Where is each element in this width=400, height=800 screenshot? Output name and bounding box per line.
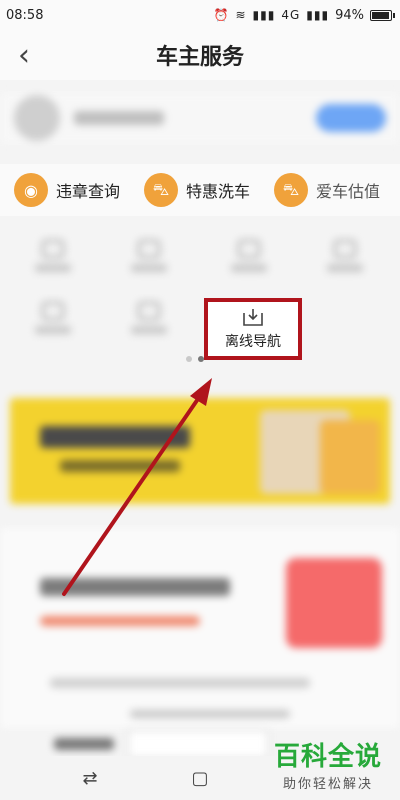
grid-item[interactable] (124, 302, 174, 346)
watermark-main: 百科全说 (273, 742, 382, 772)
watermark-logo: 百科全说 助你轻松解决 (274, 736, 382, 792)
car-wash-icon: ⛍ (144, 173, 179, 207)
quick-service-label: 爱车估值 (316, 182, 381, 201)
form-label (54, 738, 114, 750)
back-button[interactable]: ‹ (10, 37, 38, 73)
quick-service-valuation[interactable]: ⛍ 爱车估值 (274, 173, 380, 207)
grid-item[interactable] (320, 240, 370, 284)
quick-service-violation[interactable]: ◉ 违章查询 (14, 173, 120, 207)
grid-item-icon (42, 240, 64, 258)
status-time: 08:58 (6, 7, 44, 23)
grid-item-icon (334, 240, 356, 258)
square-icon[interactable]: ▢ (188, 766, 212, 790)
page-dot (186, 356, 192, 362)
signal-icon: ▮▮▮ (252, 8, 276, 22)
grid-item-icon (238, 240, 260, 258)
form-input[interactable] (128, 730, 268, 758)
pagination-dots (186, 356, 204, 362)
card-image (286, 558, 382, 648)
grid-item-label (327, 264, 363, 272)
status-bar: 08:58 ⏰ ≋ ▮▮▮ 4G ▮▮▮ 94% (0, 0, 400, 30)
offline-download-icon (243, 309, 263, 326)
banner-subtext (60, 460, 180, 472)
status-icons-group: ⏰ ≋ ▮▮▮ 4G ▮▮▮ 94% (213, 7, 395, 23)
profile-name-placeholder (74, 111, 164, 125)
chevron-left-icon: ‹ (18, 37, 30, 73)
grid-item-icon (138, 240, 160, 258)
promo-banner[interactable] (10, 398, 390, 504)
quick-service-label: 特惠洗车 (186, 182, 251, 201)
watermark-sub: 助你轻松解决 (282, 777, 373, 792)
page-dot-active (198, 356, 204, 362)
grid-item[interactable] (224, 240, 274, 284)
swap-icon[interactable]: ⇄ (78, 766, 102, 790)
content-card (0, 528, 400, 728)
offline-navigation-item[interactable]: 离线导航 (204, 298, 302, 360)
grid-item[interactable] (124, 240, 174, 284)
ticket-icon: ◉ (14, 173, 48, 207)
grid-item-label (35, 264, 71, 272)
banner-headline (40, 426, 190, 448)
network-type: 4G (281, 8, 301, 22)
grid-item-icon (42, 302, 64, 320)
battery-icon (370, 9, 395, 21)
alarm-icon: ⏰ (213, 8, 230, 22)
grid-item-icon (138, 302, 160, 320)
app-header: ‹ 车主服务 (0, 30, 400, 80)
card-tabs[interactable] (50, 678, 310, 688)
grid-item-label (131, 326, 167, 334)
grid-item-label (131, 264, 167, 272)
grid-item[interactable] (28, 240, 78, 284)
signal-icon-2: ▮▮▮ (306, 8, 330, 22)
avatar (14, 95, 60, 141)
quick-services-row: ◉ 违章查询 ⛍ 特惠洗车 ⛍ 爱车估值 (0, 164, 400, 216)
service-grid (0, 232, 400, 362)
grid-item-label (231, 264, 267, 272)
quick-service-carwash[interactable]: ⛍ 特惠洗车 (144, 173, 250, 207)
card-title (40, 578, 230, 596)
grid-item-label (35, 326, 71, 334)
wifi-icon: ≋ (235, 8, 247, 22)
profile-row[interactable] (0, 92, 400, 144)
banner-image-2 (320, 420, 380, 494)
battery-percent: 94% (335, 7, 364, 23)
grid-item[interactable] (28, 302, 78, 346)
form-hint (130, 710, 290, 718)
page-title: 车主服务 (155, 45, 244, 70)
battery-fill (372, 11, 389, 19)
quick-service-label: 违章查询 (56, 182, 121, 201)
car-value-icon: ⛍ (274, 173, 309, 207)
profile-action-button[interactable] (316, 104, 386, 132)
offline-navigation-label: 离线导航 (225, 334, 281, 350)
card-tag (40, 616, 200, 626)
